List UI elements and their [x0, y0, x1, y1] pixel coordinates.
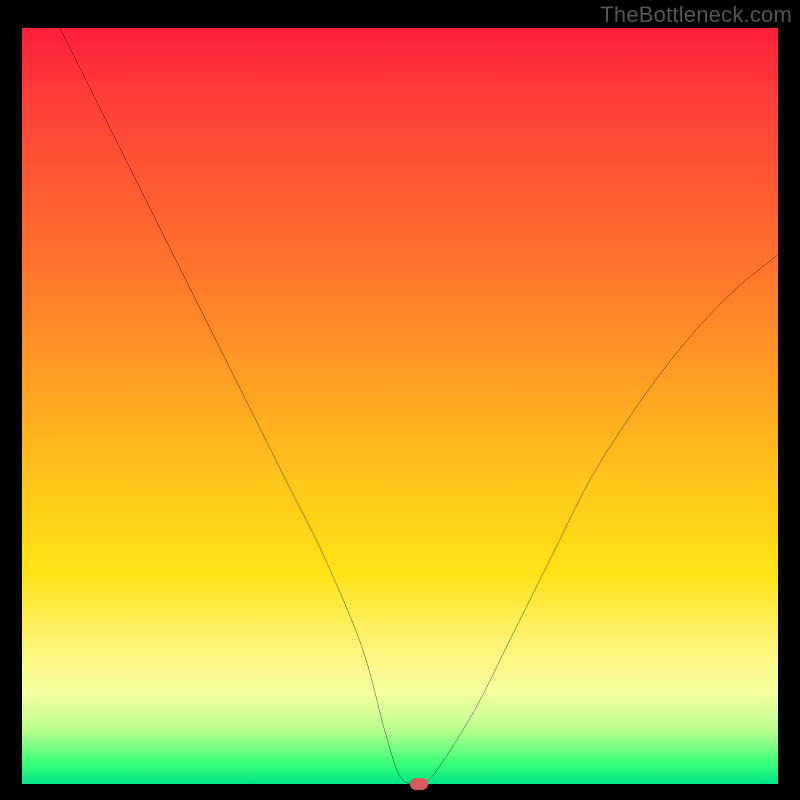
- bottleneck-curve: [22, 28, 778, 784]
- chart-container: TheBottleneck.com: [0, 0, 800, 800]
- plot-area: [22, 28, 778, 784]
- curve-path: [60, 28, 778, 785]
- minimum-marker: [410, 778, 428, 790]
- watermark-text: TheBottleneck.com: [600, 2, 792, 28]
